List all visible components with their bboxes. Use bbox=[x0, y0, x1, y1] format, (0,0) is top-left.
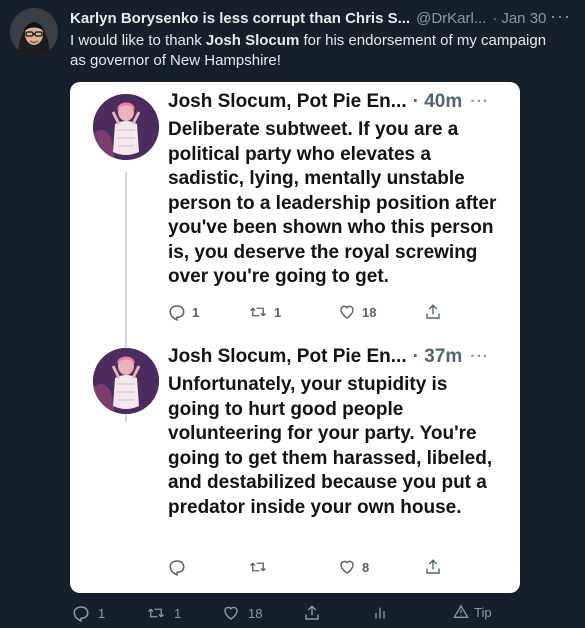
more-options-icon[interactable]: ··· bbox=[470, 93, 489, 111]
author-handle[interactable]: @DrKarl... bbox=[416, 10, 486, 27]
like-button[interactable]: 18 bbox=[338, 303, 376, 321]
avatar[interactable] bbox=[93, 94, 159, 160]
like-button[interactable]: 18 bbox=[222, 604, 262, 622]
reply-button[interactable] bbox=[168, 558, 192, 576]
reply-count: 1 bbox=[98, 605, 106, 621]
reply-button[interactable]: 1 bbox=[72, 604, 105, 622]
quoted-tweet-text: Deliberate subtweet. If you are a politi… bbox=[168, 119, 497, 287]
retweet-button[interactable] bbox=[248, 558, 274, 576]
retweet-count: 1 bbox=[174, 605, 182, 621]
reply-button[interactable]: 1 bbox=[168, 303, 199, 321]
share-button[interactable] bbox=[303, 604, 321, 622]
tweet-text-part: I would like to thank bbox=[70, 32, 206, 49]
more-options-icon[interactable]: ··· bbox=[470, 348, 489, 366]
share-button[interactable] bbox=[424, 558, 442, 576]
tweet-actions: 1 1 18 Tip bbox=[70, 604, 500, 626]
like-count: 18 bbox=[248, 605, 263, 621]
more-options-icon[interactable]: ··· bbox=[550, 6, 571, 27]
quoted-tweet-header: Josh Slocum, Pot Pie En... · 40m ··· bbox=[168, 91, 506, 113]
analytics-button[interactable] bbox=[372, 604, 388, 622]
tweet-text-bold: Josh Slocum bbox=[205, 32, 300, 49]
share-icon bbox=[426, 559, 440, 574]
avatar[interactable] bbox=[10, 8, 58, 56]
tip-icon bbox=[453, 604, 469, 618]
tweet-timestamp[interactable]: · 37m bbox=[413, 346, 463, 368]
tweet-actions: 1 1 18 bbox=[168, 301, 448, 323]
heart-icon bbox=[224, 606, 238, 620]
reply-count: 1 bbox=[192, 304, 200, 320]
share-button[interactable] bbox=[424, 303, 442, 321]
reply-icon bbox=[169, 305, 185, 321]
retweet-icon bbox=[148, 608, 164, 618]
tweet-text: I would like to thank Josh Slocum for hi… bbox=[70, 31, 565, 71]
like-count: 18 bbox=[362, 304, 377, 320]
heart-icon bbox=[340, 305, 354, 319]
quoted-tweet-text: Unfortunately, your stupidity is going t… bbox=[168, 374, 493, 518]
retweet-count: 1 bbox=[274, 304, 282, 320]
retweet-icon bbox=[250, 307, 266, 317]
author-name[interactable]: Karlyn Borysenko is less corrupt than Ch… bbox=[70, 10, 410, 27]
embedded-image[interactable]: Josh Slocum, Pot Pie En... · 40m ··· Del… bbox=[70, 82, 520, 593]
tip-button[interactable]: Tip bbox=[453, 604, 492, 620]
separator: · bbox=[492, 10, 498, 27]
tweet-timestamp[interactable]: · 40m bbox=[413, 91, 463, 113]
reply-icon bbox=[169, 560, 185, 576]
tweet-header: Karlyn Borysenko is less corrupt than Ch… bbox=[70, 6, 575, 27]
like-count: 8 bbox=[362, 559, 370, 575]
like-button[interactable]: 8 bbox=[338, 558, 369, 576]
share-icon bbox=[426, 304, 440, 319]
avatar[interactable] bbox=[93, 348, 159, 414]
tweet-actions: 8 bbox=[168, 556, 448, 578]
retweet-button[interactable]: 1 bbox=[146, 604, 181, 622]
tweet-timestamp[interactable]: Jan 30 bbox=[501, 10, 546, 27]
analytics-icon bbox=[375, 607, 385, 619]
heart-icon bbox=[340, 560, 354, 574]
share-icon bbox=[305, 605, 319, 620]
author-name[interactable]: Josh Slocum, Pot Pie En... bbox=[168, 91, 407, 113]
retweet-icon bbox=[250, 562, 266, 572]
reply-icon bbox=[73, 606, 89, 622]
tip-label: Tip bbox=[474, 604, 492, 620]
author-name[interactable]: Josh Slocum, Pot Pie En... bbox=[168, 346, 407, 368]
quoted-tweet-header: Josh Slocum, Pot Pie En... · 37m ··· bbox=[168, 346, 506, 368]
retweet-button[interactable]: 1 bbox=[248, 303, 281, 321]
